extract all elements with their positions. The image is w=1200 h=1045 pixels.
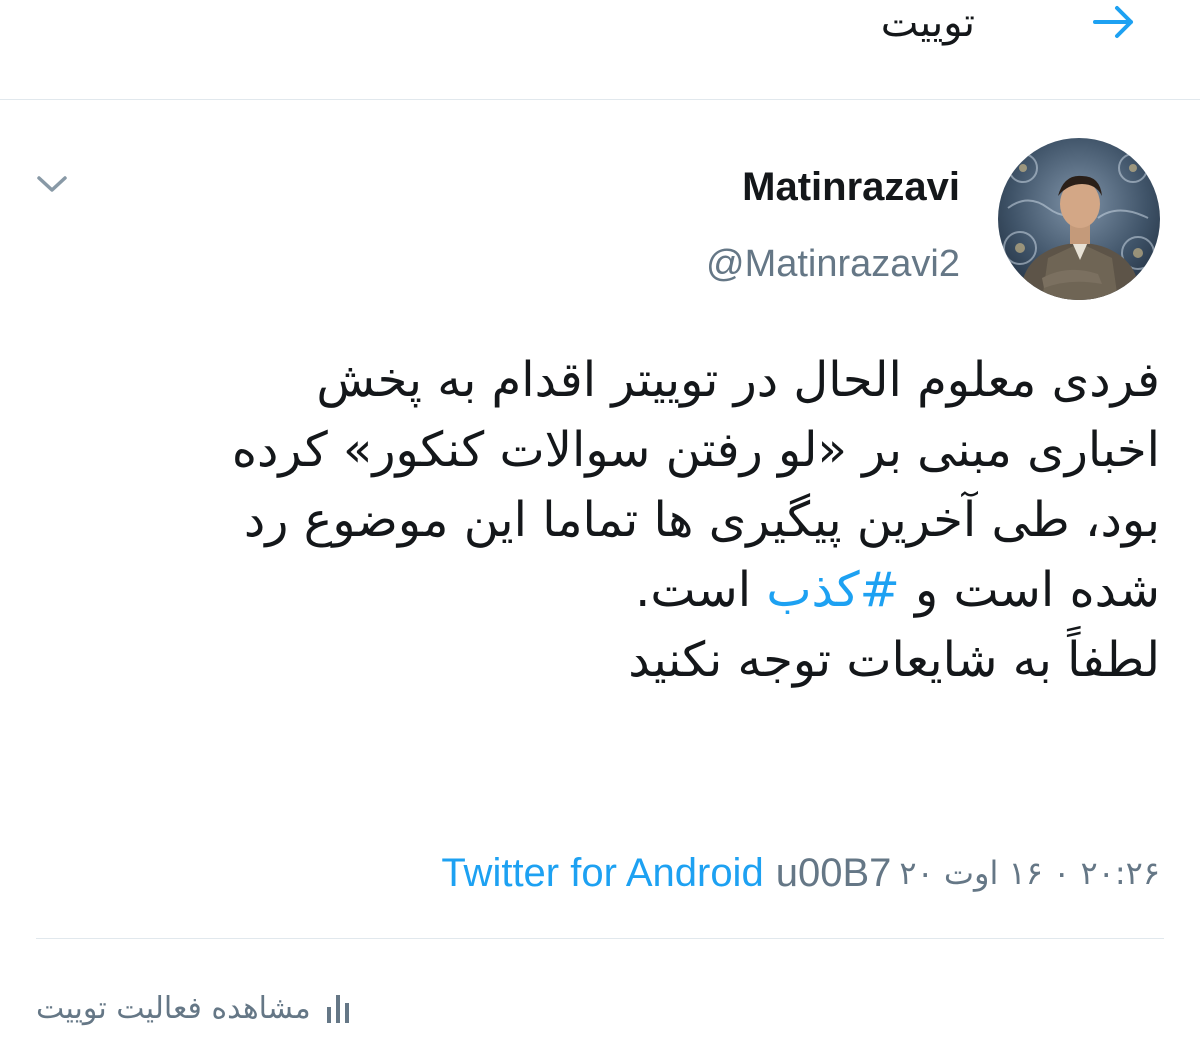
divider: [36, 938, 1164, 939]
back-button[interactable]: [1078, 0, 1150, 44]
tweet-text: فردی معلوم الحال در توییتر اقدام به پخش …: [30, 345, 1160, 695]
tweet-timestamp: ۲۰:۲۶ ۰ ۱۶ اوت ۲۰: [899, 854, 1160, 892]
user-handle[interactable]: @Matinrazavi2: [706, 242, 960, 286]
display-name[interactable]: Matinrazavi: [742, 164, 960, 210]
top-app-bar: توییت: [0, 0, 1200, 100]
tweet-meta: Twitter for Android u00B7 ۲۰:۲۶ ۰ ۱۶ اوت…: [441, 848, 1160, 898]
page-title: توییت: [880, 0, 975, 46]
tweet-options-button[interactable]: [28, 166, 76, 202]
hashtag-link[interactable]: #کذب: [766, 562, 899, 618]
tweet-text-line: شده است و #کذب است.: [30, 555, 1160, 625]
tweet-text-line: اخباری مبنی بر «لو رفتن سوالات کنکور» کر…: [231, 422, 1160, 478]
bar-chart-icon: [325, 991, 351, 1025]
view-tweet-activity-label: مشاهده فعالیت توییت: [36, 990, 311, 1026]
source-link[interactable]: Twitter for Android: [441, 848, 763, 898]
tweet-text-segment: شده است و: [899, 562, 1160, 618]
avatar-photo: [998, 138, 1160, 300]
tweet-text-line: فردی معلوم الحال در توییتر اقدام به پخش: [316, 352, 1160, 408]
back-arrow-icon: [1093, 6, 1133, 38]
chevron-down-icon: [37, 176, 67, 192]
tweet-text-line: بود، طی آخرین پیگیری ها تماما این موضوع …: [243, 492, 1160, 548]
avatar[interactable]: [998, 138, 1160, 300]
tweet-text-line: لطفاً به شایعات توجه نکنید: [628, 632, 1160, 688]
view-tweet-activity-button[interactable]: مشاهده فعالیت توییت: [36, 980, 351, 1036]
tweet-text-segment: است.: [635, 562, 767, 618]
meta-separator: u00B7: [775, 851, 892, 895]
